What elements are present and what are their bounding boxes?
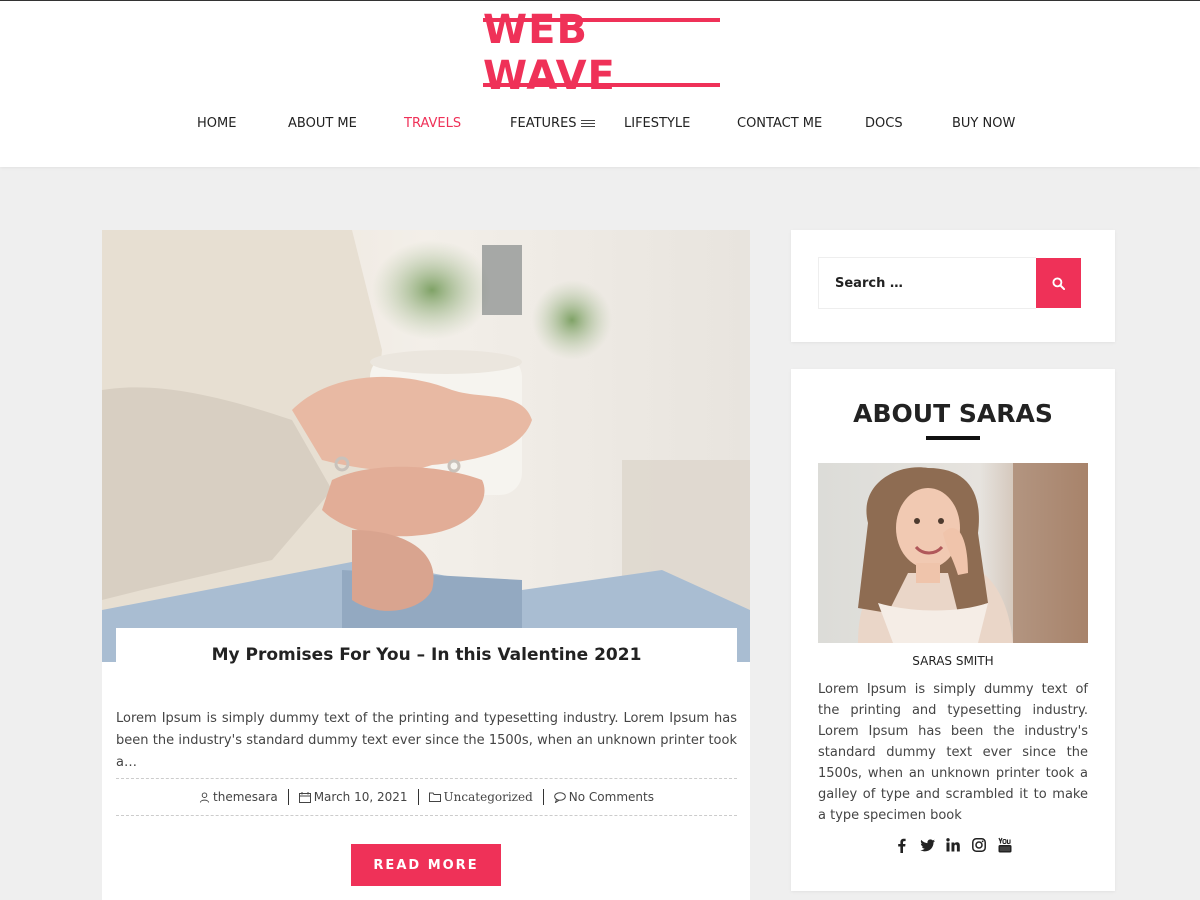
site-logo[interactable]: WEB WAVE — [483, 7, 720, 99]
social-links — [791, 837, 1115, 853]
nav-item-buy-now[interactable]: BUY NOW — [952, 115, 1015, 133]
comment-icon — [553, 791, 566, 803]
search-input[interactable] — [818, 257, 1036, 309]
blog-post-card: My Promises For You – In this Valentine … — [102, 230, 750, 900]
post-date-label: March 10, 2021 — [313, 790, 408, 804]
nav-item-travels[interactable]: TRAVELS — [404, 115, 461, 133]
linkedin-icon[interactable] — [945, 837, 961, 853]
youtube-icon[interactable] — [997, 837, 1013, 853]
nav-item-docs[interactable]: DOCS — [865, 115, 903, 133]
author-name: SARAS SMITH — [912, 654, 994, 668]
read-more-button[interactable]: READ MORE — [351, 844, 501, 886]
instagram-icon[interactable] — [971, 837, 987, 853]
title-underline — [926, 436, 980, 440]
post-date[interactable]: March 10, 2021 — [289, 790, 418, 804]
post-comments[interactable]: No Comments — [544, 790, 664, 804]
woman-portrait-photo — [818, 463, 1088, 643]
about-title: ABOUT SARAS — [853, 399, 1053, 428]
search-button[interactable] — [1036, 258, 1081, 308]
twitter-icon[interactable] — [919, 837, 935, 853]
post-meta: themesara March 10, 2021 Uncategorized N… — [116, 778, 737, 816]
main-nav: HOME ABOUT ME TRAVELS FEATURES LIFESTYLE… — [0, 115, 1200, 133]
post-comments-label: No Comments — [568, 790, 654, 804]
nav-item-features[interactable]: FEATURES — [510, 115, 595, 133]
post-excerpt: Lorem Ipsum is simply dummy text of the … — [116, 711, 737, 770]
author-photo — [818, 463, 1088, 643]
folder-icon — [428, 792, 441, 802]
nav-item-contact-me[interactable]: CONTACT ME — [737, 115, 822, 133]
nav-item-home[interactable]: HOME — [197, 115, 236, 133]
woman-holding-cup-photo — [102, 230, 750, 662]
author-bio: Lorem Ipsum is simply dummy text of the … — [818, 682, 1088, 823]
calendar-icon — [298, 791, 311, 803]
search-icon — [1052, 276, 1065, 290]
facebook-icon[interactable] — [893, 837, 909, 853]
menu-lines-icon — [580, 119, 595, 128]
post-author[interactable]: themesara — [189, 790, 288, 804]
user-icon — [199, 791, 210, 803]
search-widget — [791, 230, 1115, 342]
post-title-box: My Promises For You – In this Valentine … — [116, 628, 737, 686]
nav-item-features-label: FEATURES — [510, 116, 577, 131]
post-author-label: themesara — [213, 790, 278, 804]
about-widget: ABOUT SARAS SARAS SMITH Lorem Ipsum is s… — [791, 369, 1115, 891]
site-header: WEB WAVE HOME ABOUT ME TRAVELS FEATURES … — [0, 0, 1200, 167]
post-category-label: Uncategorized — [443, 790, 533, 804]
post-category[interactable]: Uncategorized — [419, 790, 543, 804]
nav-item-lifestyle[interactable]: LIFESTYLE — [624, 115, 690, 133]
post-title[interactable]: My Promises For You – In this Valentine … — [116, 628, 737, 682]
post-featured-image[interactable] — [102, 230, 750, 662]
nav-item-about-me[interactable]: ABOUT ME — [288, 115, 357, 133]
